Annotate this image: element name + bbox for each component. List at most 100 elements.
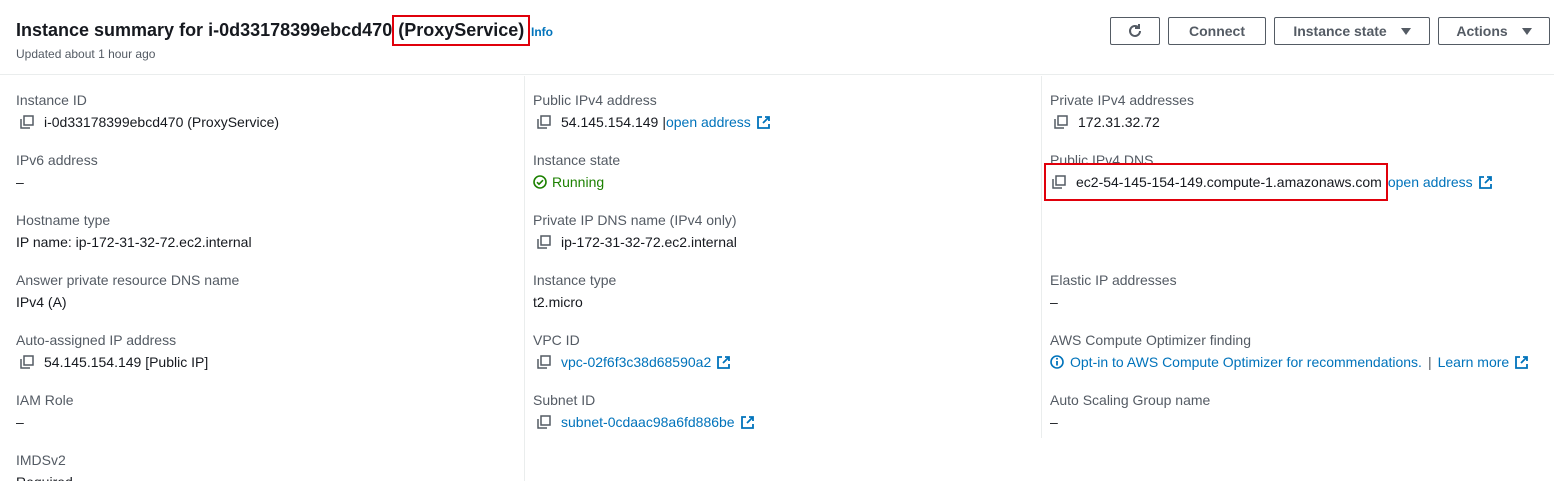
field-value: Running <box>533 173 620 191</box>
updated-text: Updated about 1 hour ago <box>16 47 156 61</box>
field-instance-state: Instance state Running <box>533 151 620 191</box>
field-value: ip-172-31-32-72.ec2.internal <box>533 233 737 251</box>
field-value: 54.145.154.149 [Public IP] <box>16 353 208 371</box>
field-label: IMDSv2 <box>16 452 66 468</box>
actions-button[interactable]: Actions <box>1438 17 1550 45</box>
vpc-id-link[interactable]: vpc-02f6f3c38d68590a2 <box>561 353 711 371</box>
title-text: Instance summary for i-0d33178399ebcd470 <box>16 20 398 40</box>
title-highlight: (ProxyService) <box>392 15 531 46</box>
summary-header: Instance summary for i-0d33178399ebcd470… <box>0 0 1554 75</box>
hostname-type-value: IP name: ip-172-31-32-72.ec2.internal <box>16 234 252 250</box>
field-label: Elastic IP addresses <box>1050 272 1177 288</box>
connect-button[interactable]: Connect <box>1168 17 1266 45</box>
field-label: VPC ID <box>533 332 580 348</box>
field-label: IPv6 address <box>16 152 98 168</box>
field-label: Public IPv4 address <box>533 92 657 108</box>
field-label: Subnet ID <box>533 392 596 408</box>
field-label: AWS Compute Optimizer finding <box>1050 332 1251 348</box>
copy-icon[interactable] <box>1052 175 1066 189</box>
field-ipv6: IPv6 address – <box>16 151 98 191</box>
field-label: Instance type <box>533 272 617 288</box>
external-link-icon[interactable] <box>1515 355 1529 369</box>
external-link-icon[interactable] <box>740 415 754 429</box>
copy-icon[interactable] <box>20 115 34 129</box>
subnet-id-link[interactable]: subnet-0cdaac98a6fd886be <box>561 413 735 431</box>
field-answer-dns: Answer private resource DNS name IPv4 (A… <box>16 271 239 311</box>
field-label: Auto Scaling Group name <box>1050 392 1211 408</box>
iam-role-value: – <box>16 414 24 430</box>
external-link-icon[interactable] <box>1478 175 1492 189</box>
caret-down-icon <box>1400 27 1411 35</box>
field-asg: Auto Scaling Group name – <box>1050 391 1210 431</box>
field-value: 172.31.32.72 <box>1050 113 1194 131</box>
copy-icon[interactable] <box>537 355 551 369</box>
field-value: ec2-54-145-154-149.compute-1.amazonaws.c… <box>1044 163 1492 201</box>
public-ipv4-value: 54.145.154.149 <box>561 114 659 130</box>
field-value: vpc-02f6f3c38d68590a2 <box>533 353 731 371</box>
instance-state-value: Running <box>552 174 605 190</box>
field-imdsv2: IMDSv2 Required <box>16 451 73 481</box>
caret-down-icon <box>1521 27 1532 35</box>
field-label: IAM Role <box>16 392 74 408</box>
field-label: Instance ID <box>16 92 87 108</box>
asg-value: – <box>1050 414 1058 430</box>
connect-label: Connect <box>1189 23 1245 39</box>
copy-icon[interactable] <box>537 115 551 129</box>
field-instance-id: Instance ID i-0d33178399ebcd470 (ProxySe… <box>16 91 279 131</box>
field-label: Instance state <box>533 152 621 168</box>
external-link-icon[interactable] <box>717 355 731 369</box>
answer-dns-value: IPv4 (A) <box>16 294 67 310</box>
external-link-icon[interactable] <box>756 115 770 129</box>
info-icon <box>1050 355 1064 369</box>
info-link[interactable]: Info <box>531 25 553 39</box>
actions-label: Actions <box>1456 23 1508 39</box>
instance-state-button[interactable]: Instance state <box>1274 17 1430 45</box>
copy-icon[interactable] <box>20 355 34 369</box>
instance-type-value: t2.micro <box>533 294 583 310</box>
field-instance-type: Instance type t2.micro <box>533 271 616 311</box>
open-address-link[interactable]: open address <box>1388 173 1473 191</box>
field-private-dns: Private IP DNS name (IPv4 only) ip-172-3… <box>533 211 737 251</box>
column-divider <box>524 76 525 481</box>
field-public-ipv4: Public IPv4 address 54.145.154.149 | open… <box>533 91 770 131</box>
page-title: Instance summary for i-0d33178399ebcd470… <box>16 15 531 46</box>
field-elastic-ip: Elastic IP addresses – <box>1050 271 1177 311</box>
private-dns-value: ip-172-31-32-72.ec2.internal <box>561 234 737 250</box>
private-ipv4-value: 172.31.32.72 <box>1078 114 1160 130</box>
elastic-ip-value: – <box>1050 294 1058 310</box>
public-dns-highlight: ec2-54-145-154-149.compute-1.amazonaws.c… <box>1044 163 1388 201</box>
field-label: Answer private resource DNS name <box>16 272 240 288</box>
imdsv2-value: Required <box>16 473 73 481</box>
check-circle-icon <box>533 175 547 189</box>
field-public-dns: Public IPv4 DNS ec2-54-145-154-149.compu… <box>1044 151 1492 201</box>
field-label: Private IP DNS name (IPv4 only) <box>533 212 737 228</box>
copy-icon[interactable] <box>537 235 551 249</box>
copy-icon[interactable] <box>537 415 551 429</box>
refresh-button[interactable] <box>1110 17 1160 45</box>
separator: | <box>1427 354 1432 370</box>
field-private-ipv4: Private IPv4 addresses 172.31.32.72 <box>1050 91 1194 131</box>
column-divider <box>1041 76 1042 438</box>
field-optimizer: AWS Compute Optimizer finding Opt-in to … <box>1050 331 1529 371</box>
learn-more-link[interactable]: Learn more <box>1438 353 1510 371</box>
instance-state-label: Instance state <box>1293 23 1387 39</box>
auto-ip-value: 54.145.154.149 [Public IP] <box>44 354 209 370</box>
field-value: Opt-in to AWS Compute Optimizer for reco… <box>1050 353 1529 371</box>
field-label: Hostname type <box>16 212 111 228</box>
copy-icon[interactable] <box>1054 115 1068 129</box>
field-label: Auto-assigned IP address <box>16 332 177 348</box>
field-label: Private IPv4 addresses <box>1050 92 1194 108</box>
refresh-icon <box>1129 24 1141 37</box>
field-value: subnet-0cdaac98a6fd886be <box>533 413 754 431</box>
field-auto-ip: Auto-assigned IP address 54.145.154.149 … <box>16 331 208 371</box>
optimizer-opt-in-link[interactable]: Opt-in to AWS Compute Optimizer for reco… <box>1070 353 1422 371</box>
open-address-link[interactable]: open address <box>666 113 751 131</box>
field-value: 54.145.154.149 | open address <box>533 113 770 131</box>
field-iam-role: IAM Role – <box>16 391 74 431</box>
instance-id-value: i-0d33178399ebcd470 (ProxyService) <box>44 114 280 130</box>
field-vpc-id: VPC ID vpc-02f6f3c38d68590a2 <box>533 331 731 371</box>
public-dns-value: ec2-54-145-154-149.compute-1.amazonaws.c… <box>1076 174 1382 190</box>
field-value: i-0d33178399ebcd470 (ProxyService) <box>16 113 279 131</box>
field-hostname-type: Hostname type IP name: ip-172-31-32-72.e… <box>16 211 252 251</box>
field-subnet-id: Subnet ID subnet-0cdaac98a6fd886be <box>533 391 754 431</box>
